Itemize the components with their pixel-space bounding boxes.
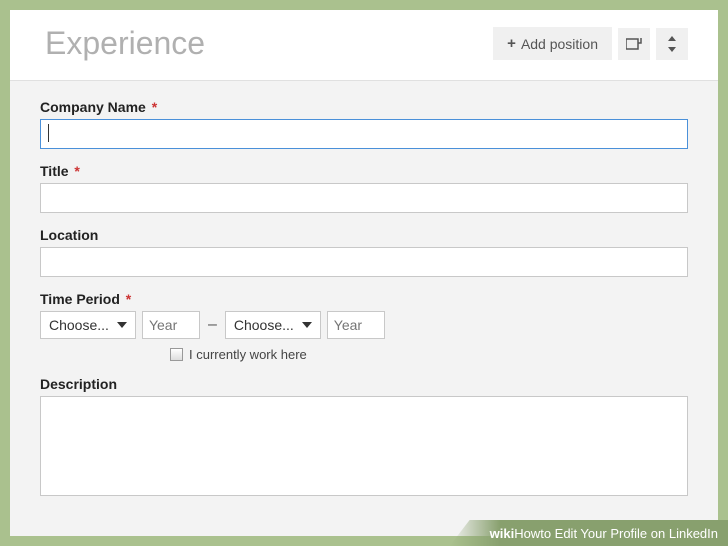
- caption-brand-rest: How: [514, 526, 540, 541]
- end-month-select[interactable]: Choose...: [225, 311, 321, 339]
- end-month-text: Choose...: [234, 317, 294, 333]
- section-title: Experience: [45, 25, 205, 62]
- description-field-group: Description: [40, 376, 688, 501]
- plus-icon: +: [507, 35, 516, 52]
- required-asterisk: *: [152, 99, 157, 115]
- location-label: Location: [40, 227, 688, 243]
- title-field-group: Title *: [40, 163, 688, 213]
- description-label: Description: [40, 376, 688, 392]
- text-cursor: [48, 124, 49, 142]
- caption-bar: wikiHow to Edit Your Profile on LinkedIn: [450, 520, 728, 546]
- chevron-down-icon: [117, 322, 127, 328]
- required-asterisk: *: [74, 163, 79, 179]
- current-job-checkbox[interactable]: [170, 348, 183, 361]
- location-input[interactable]: [40, 247, 688, 277]
- start-month-select[interactable]: Choose...: [40, 311, 136, 339]
- start-year-input[interactable]: [142, 311, 200, 339]
- rearrange-icon: [626, 37, 642, 51]
- start-month-text: Choose...: [49, 317, 109, 333]
- description-textarea[interactable]: [40, 396, 688, 496]
- company-input-wrap: [40, 119, 688, 149]
- add-position-button[interactable]: + Add position: [493, 27, 612, 60]
- location-field-group: Location: [40, 227, 688, 277]
- reorder-button[interactable]: [656, 28, 688, 60]
- section-header: Experience + Add position: [10, 10, 718, 81]
- updown-icon: [666, 36, 678, 52]
- time-period-label-text: Time Period: [40, 291, 120, 307]
- current-job-label: I currently work here: [189, 347, 307, 362]
- title-input[interactable]: [40, 183, 688, 213]
- time-period-label: Time Period *: [40, 291, 688, 307]
- date-range-separator: –: [206, 316, 219, 334]
- caption-article: to Edit Your Profile on LinkedIn: [540, 526, 718, 541]
- form-area: Company Name * Title * Location Time Per…: [10, 81, 718, 536]
- title-label: Title *: [40, 163, 688, 179]
- title-label-text: Title: [40, 163, 69, 179]
- time-period-field-group: Time Period * Choose... – Choose... I cu…: [40, 291, 688, 362]
- required-asterisk: *: [126, 291, 131, 307]
- caption-brand-bold: wiki: [490, 526, 515, 541]
- current-job-row: I currently work here: [170, 347, 688, 362]
- add-position-label: Add position: [521, 36, 598, 52]
- rearrange-button[interactable]: [618, 28, 650, 60]
- window: Experience + Add position: [10, 10, 718, 536]
- company-input[interactable]: [40, 119, 688, 149]
- chevron-down-icon: [302, 322, 312, 328]
- company-field-group: Company Name *: [40, 99, 688, 149]
- time-period-row: Choose... – Choose...: [40, 311, 688, 339]
- company-label-text: Company Name: [40, 99, 146, 115]
- header-actions: + Add position: [493, 27, 688, 60]
- end-year-input[interactable]: [327, 311, 385, 339]
- company-label: Company Name *: [40, 99, 688, 115]
